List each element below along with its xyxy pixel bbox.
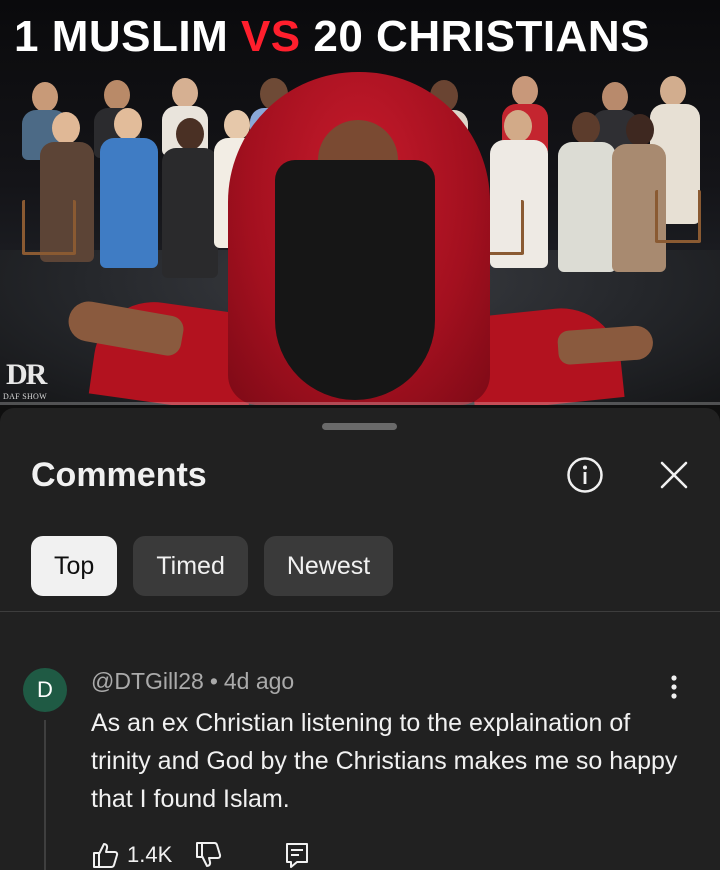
more-vert-icon [670,674,678,700]
presenter-niqab [275,160,435,400]
video-player[interactable]: 1 MUSLIM VS 20 CHRISTIANS DR DAF SHOW [0,0,720,405]
chip-top[interactable]: Top [31,536,118,596]
comments-sheet: Comments Top Timed Newest D @DTGill28 • 4d… [0,408,720,870]
divider [0,611,720,612]
drag-handle[interactable] [322,423,397,430]
info-button[interactable] [566,456,604,494]
thumb-down-icon[interactable] [194,841,222,869]
comment-actions: 1.4K [91,840,310,870]
close-button[interactable] [655,456,693,494]
chair [22,200,76,255]
chip-timed[interactable]: Timed [133,536,248,596]
thread-line [44,720,46,870]
channel-logo-subtitle: DAF SHOW [3,392,47,401]
video-progress-bar[interactable] [0,402,720,405]
comments-title: Comments [31,456,207,494]
comment-text: As an ex Christian listening to the expl… [91,709,678,813]
video-title-overlay: 1 MUSLIM VS 20 CHRISTIANS [14,12,650,61]
chip-newest[interactable]: Newest [263,536,394,596]
close-icon [658,459,690,491]
like-count: 1.4K [127,842,173,867]
reply-icon[interactable] [284,841,310,869]
thumb-up-icon[interactable] [91,841,119,869]
chair [655,190,701,243]
comment-time: 4d ago [223,668,295,694]
presenter-hand [556,324,655,366]
sort-chips: Top Timed Newest [31,536,394,596]
comment-meta: @DTGill28 • 4d ago [91,668,294,695]
info-icon [566,456,604,494]
comment-author[interactable]: @DTGill28 [91,668,204,694]
more-button[interactable] [662,672,686,702]
meta-separator: • [209,668,218,694]
avatar[interactable]: D [23,668,67,712]
channel-logo: DR [6,358,47,391]
